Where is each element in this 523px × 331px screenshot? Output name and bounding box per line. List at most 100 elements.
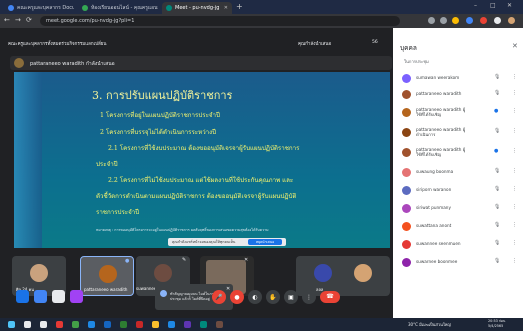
participant-avatar	[30, 264, 48, 282]
weather-status[interactable]: 30°C มีเมฆเป็นส่วนใหญ่	[408, 321, 451, 328]
participant-tile[interactable]	[336, 256, 390, 296]
slide-bullet: 2.2 โครงการที่ไม่ใช้งบประมาณ แต่ใช้ผลงาน…	[108, 177, 294, 184]
more-icon[interactable]: ⋮	[512, 108, 517, 114]
stop-presenting-button[interactable]: หยุดนำเสนอ	[248, 239, 282, 245]
extension-icon[interactable]	[480, 17, 487, 24]
person-row[interactable]: pattaraneeo waradith ผู้ดำเนินการ 🎙 ⋮	[398, 126, 520, 140]
window-button[interactable]	[16, 290, 29, 303]
participant-tile-self[interactable]: pattaraneeo waradith ●	[80, 256, 134, 296]
extension-icon[interactable]	[466, 17, 473, 24]
share-notice-text: คุณกำลังแชร์หน้าจอของคุณให้ทุกคนเห็น	[172, 240, 236, 244]
person-row[interactable]: pattaraneeo waradith ผู้ใช้ที่ได้รับเชิญ…	[398, 106, 520, 120]
mic-off-icon: ✎	[182, 257, 187, 263]
extension-icon[interactable]	[440, 17, 447, 24]
excel-icon[interactable]	[120, 321, 127, 328]
person-name: pattaraneeo waradith ผู้ใช้ที่ได้รับเชิญ	[416, 147, 466, 157]
more-icon[interactable]: ⋮	[512, 148, 517, 154]
info-icon	[160, 290, 167, 297]
window-button[interactable]	[52, 290, 65, 303]
browser-tab-1[interactable]: คณะครูและบุคลากร Document Center	[4, 2, 74, 14]
person-row[interactable]: pattaraneeo waradith ผู้ใช้ที่ได้รับเชิญ…	[398, 146, 520, 160]
edge-icon[interactable]	[104, 321, 111, 328]
app-icon[interactable]	[200, 321, 207, 328]
close-icon[interactable]: ✕	[244, 257, 248, 263]
more-icon[interactable]: ⋮	[512, 240, 517, 246]
app-icon[interactable]	[184, 321, 191, 328]
word-icon[interactable]	[168, 321, 175, 328]
url-input[interactable]: meet.google.com/pu-nvdg-jg?pli=1	[40, 16, 400, 26]
browser-tab-meet[interactable]: Meet - pu-nvdg-jg ✕	[162, 2, 232, 14]
slide-bullet: ประจำปี	[96, 161, 118, 168]
more-icon[interactable]: ⋮	[512, 168, 517, 174]
person-row[interactable]: sumawan weerakom 🎙 ⋮	[398, 72, 520, 86]
profile-avatar[interactable]	[508, 17, 515, 24]
person-name: suwaung boonma	[416, 169, 454, 174]
more-icon[interactable]: ⋮	[512, 222, 517, 228]
app-icon[interactable]	[216, 321, 223, 328]
search-icon[interactable]	[24, 321, 31, 328]
extension-icon[interactable]	[428, 17, 435, 24]
person-row[interactable]: suwarnee boonmee 🎙 ⋮	[398, 256, 520, 270]
app-icon[interactable]	[88, 321, 95, 328]
more-icon[interactable]: ⋮	[512, 258, 517, 264]
presenting-status: คุณกำลังนำเสนอ	[298, 42, 332, 47]
slide-bullet: ราชการประจำปี	[96, 209, 140, 216]
person-row[interactable]: siriporn waranon 🎙 ⋮	[398, 184, 520, 198]
end-call-button[interactable]: ☎	[320, 291, 340, 303]
more-icon[interactable]: ⋮	[512, 90, 517, 96]
reload-button[interactable]: ⟳	[26, 16, 32, 24]
clock-date[interactable]: 5/4/2565	[488, 324, 503, 328]
person-avatar	[402, 148, 411, 157]
camera-off-icon[interactable]: ●	[230, 290, 244, 304]
folder-icon[interactable]	[152, 321, 159, 328]
person-row[interactable]: suwattana anont 🎙 ⋮	[398, 220, 520, 234]
more-icon[interactable]: ⋮	[512, 186, 517, 192]
person-row[interactable]: suwannee seenmuen 🎙 ⋮	[398, 238, 520, 252]
presenter-name: pattaraneeo waradith กำลังนำเสนอ	[30, 61, 115, 67]
forward-button[interactable]: →	[15, 16, 21, 24]
person-row[interactable]: suwaung boonma 🎙 ⋮	[398, 166, 520, 180]
app-icon[interactable]	[56, 321, 63, 328]
back-button[interactable]: ←	[4, 16, 10, 24]
person-name: siriwat punmany	[416, 205, 451, 210]
browser-tab-2[interactable]: ห้องเรียนออนไลน์ - คุณครูแอนนิสา	[78, 2, 158, 14]
person-name: pattaraneeo waradith ผู้ใช้ที่ได้รับเชิญ	[416, 107, 466, 117]
person-avatar	[402, 128, 411, 137]
powerpoint-icon[interactable]	[136, 321, 143, 328]
people-section-label: ในการประชุม	[404, 59, 429, 64]
person-row[interactable]: pattaraneeo waradith 🎙 ⋮	[398, 88, 520, 102]
windows-start-icon[interactable]	[8, 321, 15, 328]
chrome-icon[interactable]	[72, 321, 79, 328]
maximize-button[interactable]: □	[490, 2, 496, 9]
tooltip-close-icon[interactable]: ✕	[226, 286, 230, 292]
close-panel-button[interactable]: ✕	[512, 42, 518, 50]
slide-title: 3. การปรับแผนปฏิบัติราชการ	[92, 89, 233, 102]
mic-off-icon[interactable]: 🎤	[212, 290, 226, 304]
more-icon[interactable]: ⋮	[512, 204, 517, 210]
puzzle-icon[interactable]	[494, 17, 501, 24]
speaking-icon: ●	[494, 148, 499, 154]
raise-hand-icon[interactable]: ✋	[266, 290, 280, 304]
minimize-button[interactable]: –	[474, 2, 477, 9]
mic-off-icon: 🎙	[494, 222, 501, 228]
person-name: sumawan weerakom	[416, 75, 460, 80]
participant-avatar	[354, 264, 372, 282]
close-window-button[interactable]: ✕	[507, 2, 512, 9]
window-button[interactable]	[34, 290, 47, 303]
present-icon[interactable]: ▣	[284, 290, 298, 304]
more-icon[interactable]: ⋮	[512, 128, 517, 134]
speaking-icon: ●	[125, 258, 130, 264]
captions-icon[interactable]: ◐	[248, 290, 262, 304]
slide-bullet: ตัวชี้วัดการดำเนินตามแผนปฏิบัติราชการ ต้…	[96, 193, 297, 200]
slide-footnote: หมายเหตุ : การขออนุมัติโครงการจะอยู่ในแผ…	[96, 228, 269, 232]
more-options-icon[interactable]: ⋮	[302, 290, 316, 304]
more-icon[interactable]: ⋮	[512, 74, 517, 80]
tab-label: Meet - pu-nvdg-jg	[175, 5, 220, 11]
star-icon[interactable]	[452, 17, 459, 24]
new-tab-button[interactable]: +	[236, 2, 243, 11]
person-avatar	[402, 186, 411, 195]
window-button[interactable]	[70, 290, 83, 303]
task-view-icon[interactable]	[40, 321, 47, 328]
tab-close-icon[interactable]: ✕	[224, 5, 228, 11]
person-row[interactable]: siriwat punmany 🎙 ⋮	[398, 202, 520, 216]
